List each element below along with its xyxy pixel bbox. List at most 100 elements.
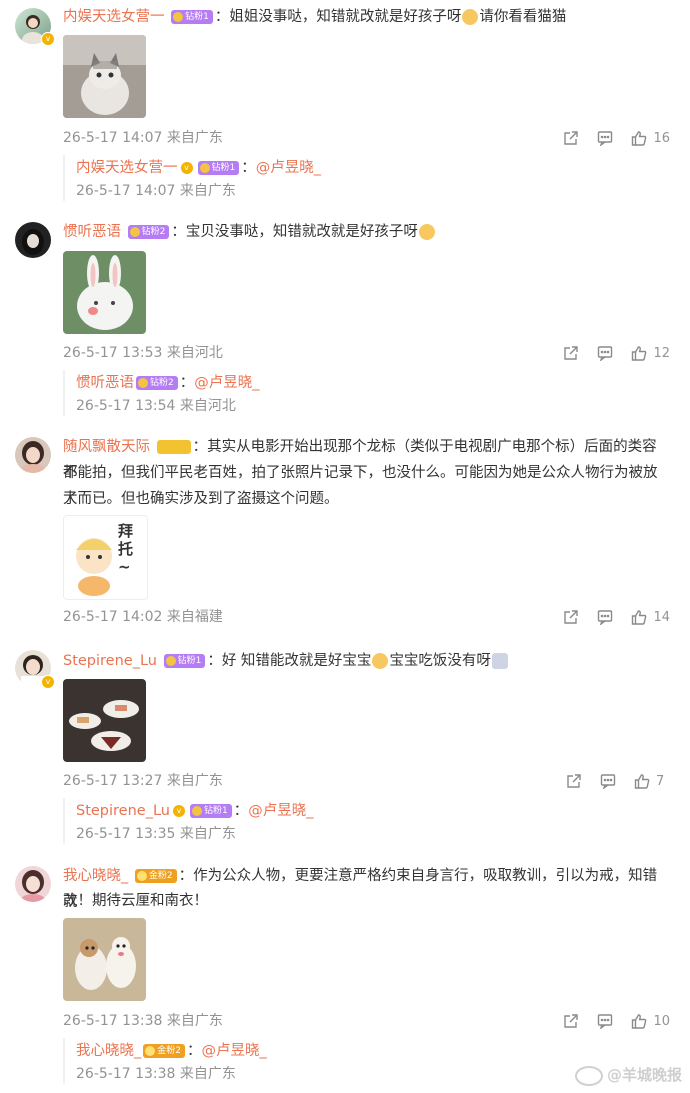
comment-text: 内娱天选女营一 钻粉1 ：姐姐没事哒，知错就改就是好孩子呀 请你看看猫猫 [63,4,670,30]
comment-actions: 12 [545,343,670,363]
comment-body-tail: 请你看看猫猫 [479,9,567,25]
mention-link[interactable]: @卢昱晓_ [248,803,313,819]
verified-icon: v [41,32,55,46]
emoji-icon [372,653,389,669]
like-count: 10 [653,1013,670,1029]
comment-meta: 26-5-17 14:02 来自福建 [63,609,223,625]
weibo-logo-icon [574,1065,603,1086]
comment-text: 惯听恶语 钻粉2 ：宝贝没事哒，知错就改就是好孩子呀 [63,219,670,245]
mention-link[interactable]: @卢昱晓_ [256,160,321,176]
comment-meta: 26-5-17 13:27 来自广东 [63,773,223,789]
emoji-icon [491,653,508,669]
comment-icon[interactable] [600,773,616,790]
share-icon[interactable] [563,345,579,361]
comment-item: 惯听恶语 钻粉2 ：宝贝没事哒，知错就改就是好孩子呀 26-5-17 13:53 … [0,215,690,425]
colon: ： [214,9,230,25]
share-icon[interactable] [563,1013,579,1029]
like-count: 14 [653,609,670,625]
reply-meta: 26-5-17 13:35 来自广东 [76,826,236,842]
comment-actions: 10 [545,1011,670,1031]
emoji-icon [462,9,479,25]
comment-sticker[interactable]: 拜托~ [63,515,148,600]
like-icon[interactable] [634,773,650,789]
mention-link[interactable]: @卢昱晓_ [194,375,259,391]
reply-block: 我心晓晓_ 金粉2 ：@卢昱晓_ 26-5-17 13:38 来自广东 [63,1038,267,1084]
comment-image[interactable] [63,918,146,1001]
avatar[interactable] [15,222,51,258]
comment-image[interactable] [63,251,146,334]
username[interactable]: 随风飘散天际 [63,439,150,455]
colon: ： [171,224,186,240]
fan-level-badge: 金粉2 [143,1044,185,1058]
comment-icon[interactable] [597,345,613,362]
comment-actions: 7 [548,771,670,791]
colon: ： [207,653,222,669]
share-icon[interactable] [566,773,582,789]
share-icon[interactable] [563,130,579,146]
comment-meta: 26-5-17 13:38 来自广东 [63,1013,223,1029]
comment-actions: 16 [545,128,670,148]
watermark-text: @羊城晚报 [606,1066,682,1084]
comment-actions: 14 [545,607,670,627]
avatar[interactable] [15,866,51,902]
comment-body-tail: 宝宝吃饭没有呀 [389,653,491,669]
reply-meta: 26-5-17 14:07 来自广东 [76,183,236,199]
comment-meta: 26-5-17 14:07 来自广东 [63,130,223,146]
like-count: 16 [653,130,670,146]
reply-username[interactable]: Stepirene_Lu [76,803,170,819]
comment-item: 随风飘散天际 ：其实从电影开始出现那个龙标（类似于电视剧广电那个标）后面的类容都… [0,430,690,640]
crown-badge [156,440,191,454]
like-icon[interactable] [631,1013,647,1029]
sticker-text: 拜托~ [118,522,134,576]
username[interactable]: Stepirene_Lu [63,653,157,669]
comment-item: v 内娱天选女营一 钻粉1 ：姐姐没事哒，知错就改就是好孩子呀 请你看看猫猫 26-… [0,0,690,210]
comment-body-line3: 了而已。但也确实涉及到了盗摄这个问题。 [63,491,339,507]
fan-level-badge: 金粉2 [134,869,177,883]
comment-text: Stepirene_Lu 钻粉1 ：好 知错能改就是好宝宝 宝宝吃饭没有呀 [63,648,670,674]
fan-level-badge: 钻粉1 [171,10,213,24]
colon: ： [192,439,208,455]
comment-icon[interactable] [597,609,613,626]
colon: ： [178,868,194,884]
fan-level-badge: 钻粉2 [136,376,178,390]
reply-username[interactable]: 我心晓晓_ [76,1043,141,1059]
username[interactable]: 内娱天选女营一 [63,9,165,25]
comment-icon[interactable] [597,130,613,147]
colon: ： [186,1043,202,1059]
colon: ： [179,375,195,391]
reply-block: 惯听恶语 钻粉2 ：@卢昱晓_ 26-5-17 13:54 来自河北 [63,370,259,416]
comment-body: 好 知错能改就是好宝宝 [221,653,372,669]
reply-username[interactable]: 惯听恶语 [76,375,134,391]
like-icon[interactable] [631,345,647,361]
comment-body: 姐姐没事哒，知错就改就是好孩子呀 [229,9,462,25]
watermark: @羊城晚报 [574,1064,682,1086]
comment-item: 我心晓晓_ 金粉2 ：作为公众人物，更要注意严格约束自身言行，吸取教训，引以为戒，… [0,860,690,1093]
like-icon[interactable] [631,609,647,625]
reply-block: Stepirene_Lu v 钻粉1 ：@卢昱晓_ 26-5-17 13:35 来自广… [63,798,313,844]
fan-level-badge: 钻粉1 [189,804,232,818]
comment-item: v Stepirene_Lu 钻粉1 ：好 知错能改就是好宝宝 宝宝吃饭没有呀 26… [0,645,690,855]
reply-meta: 26-5-17 13:54 来自河北 [76,398,236,414]
comment-icon[interactable] [597,1013,613,1030]
like-count: 12 [653,345,670,361]
mention-link[interactable]: @卢昱晓_ [201,1043,266,1059]
verified-icon: v [41,675,55,689]
reply-username[interactable]: 内娱天选女营一 [76,160,178,176]
colon: ： [233,803,249,819]
verified-icon: v [180,162,193,174]
like-icon[interactable] [631,130,647,146]
like-count: 7 [656,773,665,789]
colon: ： [241,160,256,176]
comment-image[interactable] [63,679,146,762]
username[interactable]: 我心晓晓_ [63,868,128,884]
comment-body: 宝贝没事哒，知错就改就是好孩子呀 [185,224,418,240]
reply-meta: 26-5-17 13:38 来自广东 [76,1066,236,1082]
username[interactable]: 惯听恶语 [63,224,121,240]
avatar[interactable] [15,437,51,473]
verified-icon: v [172,805,185,817]
comment-meta: 26-5-17 13:53 来自河北 [63,345,223,361]
emoji-icon [418,224,435,240]
share-icon[interactable] [563,609,579,625]
fan-level-badge: 钻粉2 [127,225,170,239]
comment-image[interactable] [63,35,146,118]
